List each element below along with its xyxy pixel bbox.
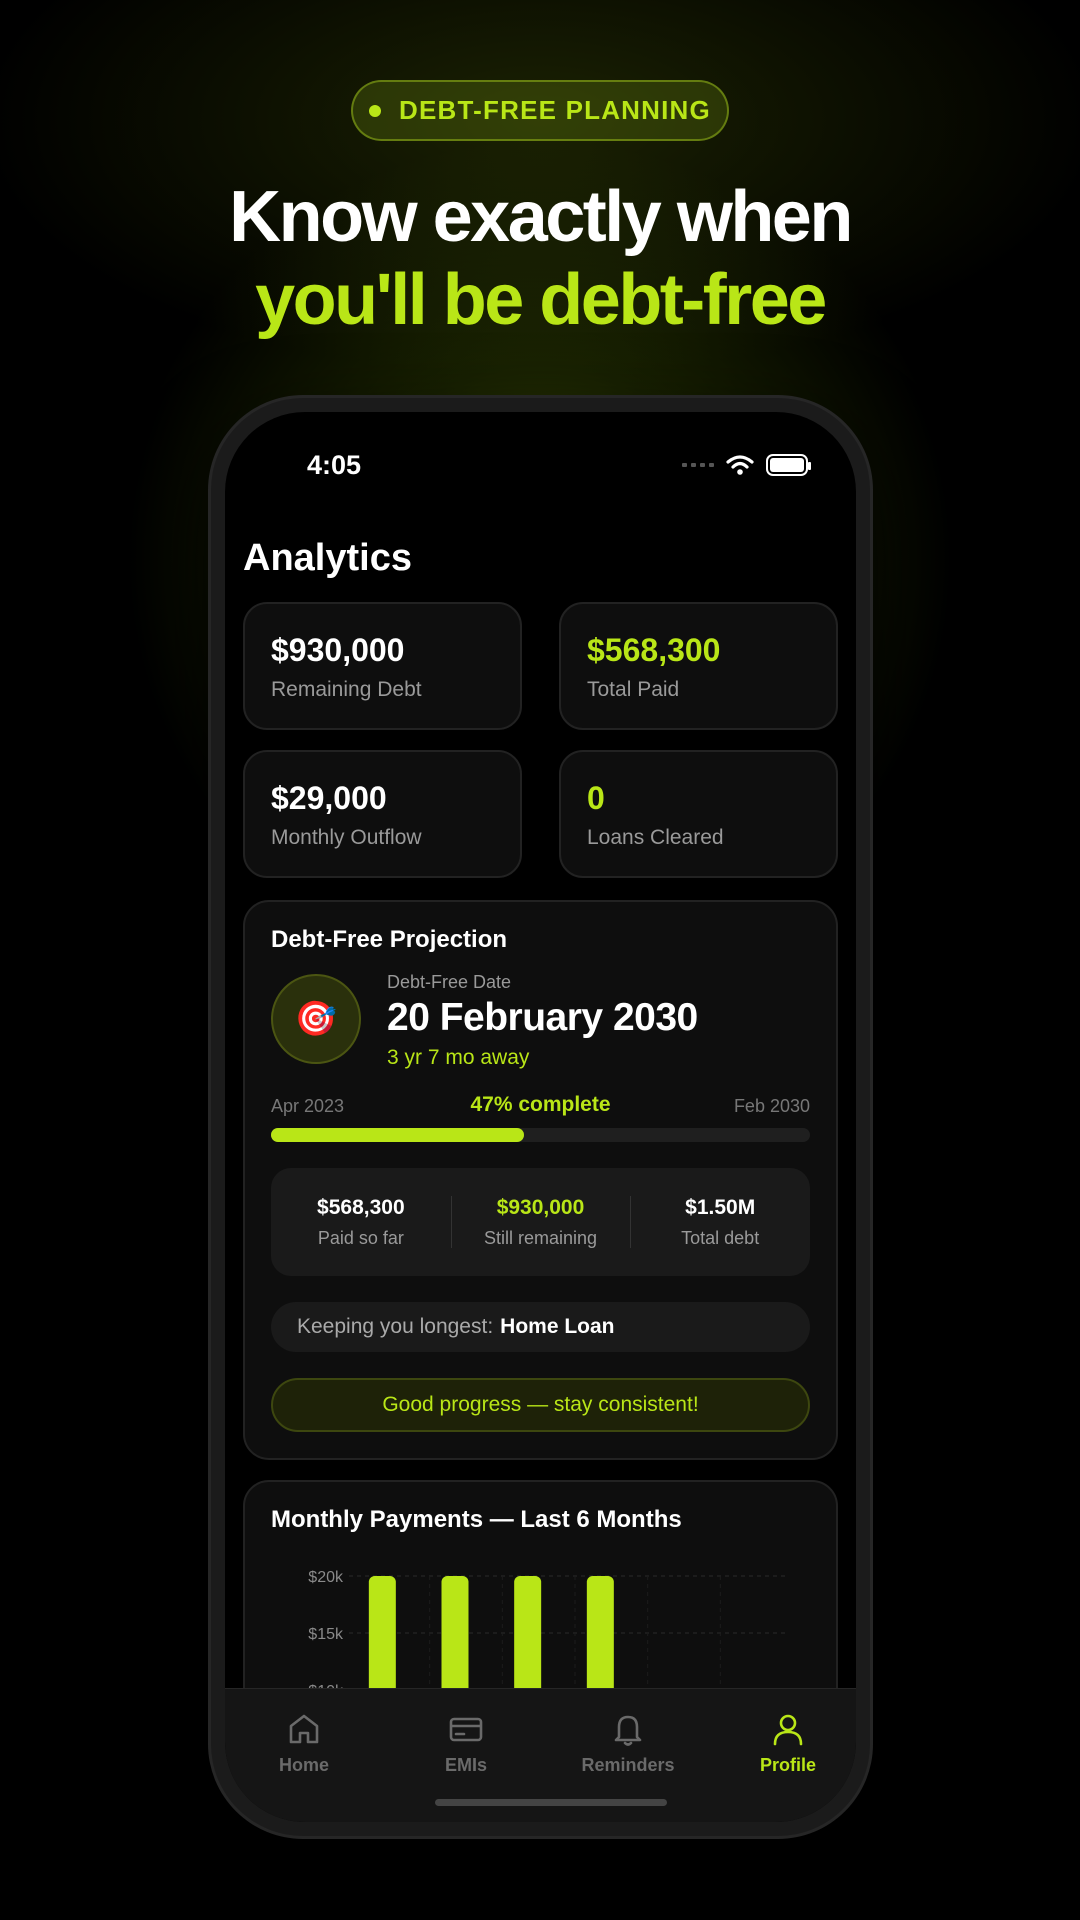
home-icon xyxy=(289,1714,319,1744)
projection-subtitle: Debt-Free Date xyxy=(387,972,512,992)
stat-label: Loans Cleared xyxy=(587,826,724,849)
summary-label: Paid so far xyxy=(317,1227,404,1248)
wifi-icon xyxy=(726,455,754,475)
stat-value: $568,300 xyxy=(587,632,721,668)
profile-icon xyxy=(773,1714,803,1746)
tab-profile[interactable]: Profile xyxy=(723,1711,853,1776)
card-icon xyxy=(449,1717,483,1742)
stat-card-loans-cleared[interactable]: 0 Loans Cleared xyxy=(559,750,838,878)
summary-label: Still remaining xyxy=(483,1227,598,1248)
stat-label: Remaining Debt xyxy=(271,678,422,701)
signal-icon xyxy=(682,463,714,467)
debt-free-date: 20 February 2030 xyxy=(387,996,698,1039)
stat-card-remaining-debt[interactable]: $930,000 Remaining Debt xyxy=(243,602,522,730)
y-tick-label: $15k xyxy=(308,1626,344,1643)
stat-label: Monthly Outflow xyxy=(271,826,422,849)
stat-card-total-paid[interactable]: $568,300 Total Paid xyxy=(559,602,838,730)
stat-value: $29,000 xyxy=(271,780,387,816)
projection-title: Debt-Free Projection xyxy=(271,926,508,953)
longest-loan-pill: Keeping you longest: Home Loan xyxy=(271,1302,810,1352)
status-time: 4:05 xyxy=(307,450,362,480)
battery-icon xyxy=(766,454,811,476)
tab-label: Home xyxy=(278,1755,329,1775)
tab-label: Profile xyxy=(759,1755,816,1775)
longest-prefix: Keeping you longest: xyxy=(297,1315,494,1338)
tab-emis[interactable]: EMIs xyxy=(401,1711,531,1776)
y-tick-label: $20k xyxy=(308,1569,344,1586)
headline-line1: Know exactly when xyxy=(229,177,853,257)
stat-label: Total Paid xyxy=(587,678,680,701)
time-away: 3 yr 7 mo away xyxy=(387,1046,530,1069)
summary-total: $1.50M Total debt xyxy=(630,1168,810,1276)
summary-remaining: $930,000 Still remaining xyxy=(450,1168,631,1276)
summary-value: $1.50M xyxy=(685,1195,756,1219)
stat-card-monthly-outflow[interactable]: $29,000 Monthly Outflow xyxy=(243,750,522,878)
encouragement-banner: Good progress — stay consistent! xyxy=(271,1378,810,1432)
summary-value: $930,000 xyxy=(496,1195,585,1219)
phone-frame: 4:05 Analytics $930,000 Remaining Debt $… xyxy=(211,398,870,1836)
progress-bar xyxy=(271,1128,810,1142)
tab-reminders[interactable]: Reminders xyxy=(563,1711,693,1776)
badge-label: DEBT-FREE PLANNING xyxy=(399,95,711,125)
headline-line2: you'll be debt-free xyxy=(255,260,827,340)
summary-value: $568,300 xyxy=(317,1195,405,1219)
tab-home[interactable]: Home xyxy=(239,1711,369,1776)
progress-bar-fill xyxy=(271,1128,525,1142)
summary-panel: $568,300 Paid so far $930,000 Still rema… xyxy=(271,1168,810,1276)
tab-label: EMIs xyxy=(444,1755,487,1775)
stat-value: $930,000 xyxy=(271,632,405,668)
home-indicator xyxy=(435,1799,667,1806)
debt-free-projection-card: Debt-Free Projection 🎯 Debt-Free Date 20… xyxy=(243,900,838,1460)
target-icon: 🎯 xyxy=(271,974,361,1064)
longest-loan-name: Home Loan xyxy=(500,1315,615,1338)
badge-dot-icon xyxy=(369,104,382,117)
phone-screen: 4:05 Analytics $930,000 Remaining Debt $… xyxy=(225,412,856,1822)
bell-icon xyxy=(614,1715,642,1746)
progress-end-label: Feb 2030 xyxy=(733,1096,810,1116)
page-title: Analytics xyxy=(243,537,412,579)
tab-bar: Home EMIs Reminders Profile xyxy=(225,1688,856,1822)
category-badge: DEBT-FREE PLANNING xyxy=(351,80,729,141)
summary-paid: $568,300 Paid so far xyxy=(271,1168,451,1276)
status-icons xyxy=(682,454,811,476)
summary-label: Total debt xyxy=(681,1227,760,1248)
stat-value: 0 xyxy=(587,780,605,816)
tab-label: Reminders xyxy=(581,1755,675,1775)
